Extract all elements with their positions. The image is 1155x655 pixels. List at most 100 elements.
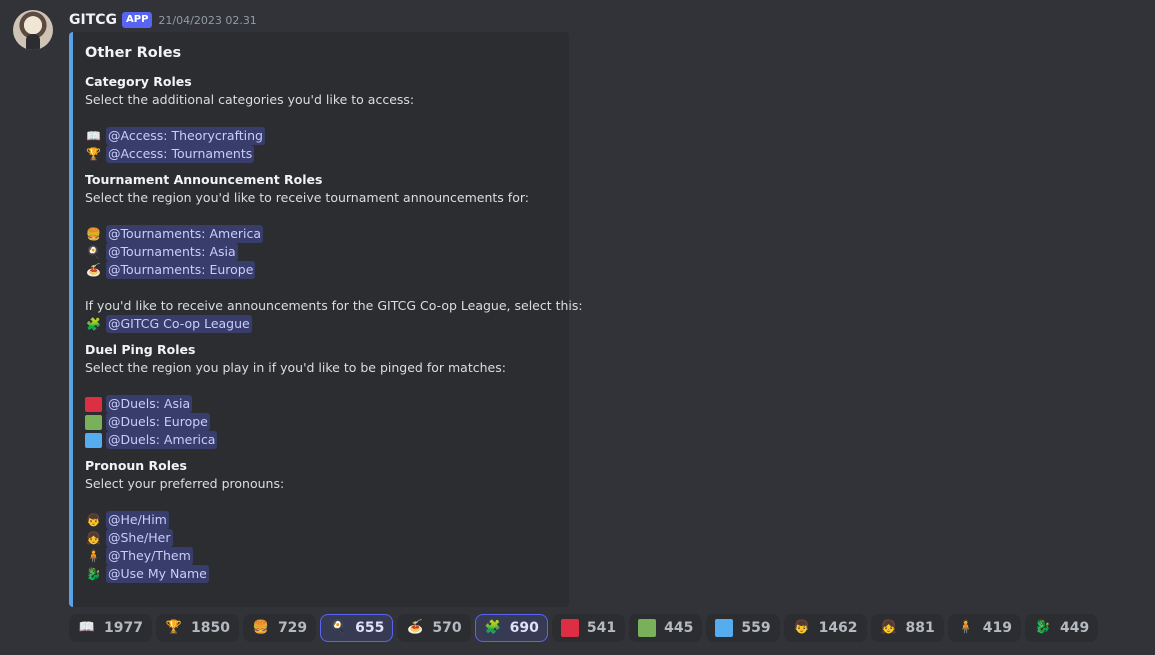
- they-them-character-icon: 🧍: [86, 548, 101, 563]
- tournament-roles-title: Tournament Announcement Roles: [85, 172, 323, 187]
- role-line: 🧍 @They/Them: [85, 547, 557, 565]
- she-her-character-icon: 👧: [86, 530, 101, 545]
- role-mention[interactable]: @Access: Theorycrafting: [106, 127, 265, 145]
- reaction-count: 1462: [818, 620, 858, 636]
- role-line: 🏆 @Access: Tournaments: [85, 145, 557, 163]
- reaction-count: 729: [277, 620, 308, 636]
- duel-roles-description: Select the region you play in if you'd l…: [85, 360, 506, 375]
- hamburger-icon: 🍔: [252, 620, 270, 635]
- reaction-bar: 📖 1977 🏆 1850 🍔 729 🍳 655 🍝 570 🧩 690 541 445 559 👦 1462…: [69, 614, 1099, 642]
- role-line: 🍝 @Tournaments: Europe: [85, 261, 557, 279]
- reaction-button[interactable]: 🍝 570: [397, 614, 471, 642]
- role-mention[interactable]: @Duels: Europe: [106, 413, 210, 431]
- red-square-icon: [85, 396, 102, 412]
- category-roles-title: Category Roles: [85, 74, 192, 89]
- reaction-button[interactable]: 559: [706, 614, 780, 642]
- pasta-icon: 🍝: [407, 620, 424, 635]
- reaction-count: 419: [982, 620, 1013, 636]
- role-line: 🍳 @Tournaments: Asia: [85, 243, 557, 261]
- reaction-count: 449: [1060, 620, 1090, 636]
- coop-role-list: 🧩 @GITCG Co-op League: [85, 315, 557, 333]
- role-mention[interactable]: @She/Her: [106, 529, 173, 547]
- omelette-icon: 🍳: [86, 244, 101, 259]
- duel-role-list: @Duels: Asia @Duels: Europe @Duels: Americ…: [85, 395, 557, 449]
- role-line: 👧 @She/Her: [85, 529, 557, 547]
- role-mention[interactable]: @Tournaments: America: [106, 225, 264, 243]
- tournament-roles-description: Select the region you'd like to receive …: [85, 190, 529, 205]
- reaction-count: 570: [432, 620, 462, 636]
- blue-square-icon: [85, 432, 102, 448]
- app-badge: APP: [122, 12, 153, 28]
- role-mention[interactable]: @GITCG Co-op League: [106, 315, 252, 333]
- role-line: 🧩 @GITCG Co-op League: [85, 315, 557, 333]
- omelette-icon: 🍳: [330, 620, 347, 635]
- pronoun-role-list: 👦 @He/Him 👧 @She/Her 🧍 @They/Them 🐉 @Use My Nam…: [85, 511, 557, 583]
- pronoun-roles-title: Pronoun Roles: [85, 458, 187, 473]
- green-square-icon: [638, 619, 657, 637]
- reaction-button[interactable]: 🧩 690: [474, 614, 548, 642]
- reaction-count: 559: [741, 620, 771, 636]
- avatar[interactable]: [13, 10, 53, 50]
- tournament-role-list: 🍔 @Tournaments: America 🍳 @Tournaments: Asi…: [85, 225, 557, 279]
- reaction-button[interactable]: 🧍 419: [947, 614, 1022, 642]
- role-mention[interactable]: @They/Them: [106, 547, 193, 565]
- pasta-icon: 🍝: [86, 262, 101, 277]
- reaction-count: 1850: [190, 620, 230, 636]
- reaction-button[interactable]: 👦 1462: [783, 614, 867, 642]
- reaction-button[interactable]: 541: [551, 614, 626, 642]
- role-mention[interactable]: @Access: Tournaments: [106, 145, 255, 163]
- message: GITCG APP 21/04/2023 02.31 Other Roles C…: [0, 0, 1155, 655]
- reaction-count: 690: [509, 620, 539, 636]
- reaction-button[interactable]: 📖 1977: [69, 614, 152, 642]
- embed: Other Roles Category Roles Select the ad…: [69, 32, 583, 607]
- reaction-button[interactable]: 🏆 1850: [155, 614, 239, 642]
- role-mention[interactable]: @Tournaments: Asia: [106, 243, 238, 261]
- open-book-icon: 📖: [86, 128, 101, 143]
- username[interactable]: GITCG: [69, 12, 117, 28]
- role-line: 👦 @He/Him: [85, 511, 557, 529]
- reaction-button[interactable]: 🐉 449: [1025, 614, 1099, 642]
- pronoun-roles-description: Select your preferred pronouns:: [85, 476, 285, 491]
- trophy-icon: 🏆: [86, 146, 101, 161]
- coop-icon: 🧩: [484, 620, 501, 635]
- trophy-icon: 🏆: [165, 620, 183, 635]
- reaction-button[interactable]: 👧 881: [870, 614, 944, 642]
- embed-title: Other Roles: [85, 45, 182, 61]
- use-my-name-character-icon: 🐉: [1034, 620, 1052, 635]
- role-line: @Duels: America: [85, 431, 557, 449]
- role-line: @Duels: Asia: [85, 395, 557, 413]
- use-my-name-character-icon: 🐉: [86, 566, 101, 581]
- they-them-character-icon: 🧍: [957, 620, 974, 635]
- blue-square-icon: [715, 619, 734, 637]
- he-him-character-icon: 👦: [86, 512, 101, 527]
- hamburger-icon: 🍔: [86, 226, 101, 241]
- role-line: 📖 @Access: Theorycrafting: [85, 127, 557, 145]
- reaction-count: 1977: [104, 620, 143, 636]
- red-square-icon: [560, 619, 579, 637]
- reaction-count: 541: [586, 620, 617, 636]
- coop-icon: 🧩: [86, 316, 101, 331]
- reaction-button[interactable]: 🍳 655: [320, 614, 394, 642]
- open-book-icon: 📖: [78, 620, 96, 635]
- role-mention[interactable]: @Duels: America: [106, 431, 218, 449]
- role-mention[interactable]: @Duels: Asia: [106, 395, 193, 413]
- role-line: @Duels: Europe: [85, 413, 557, 431]
- message-header: GITCG APP 21/04/2023 02.31: [69, 10, 257, 30]
- she-her-character-icon: 👧: [880, 620, 897, 635]
- coop-description: If you'd like to receive announcements f…: [85, 298, 583, 313]
- category-role-list: 📖 @Access: Theorycrafting 🏆 @Access: Tourna…: [85, 127, 557, 163]
- role-mention[interactable]: @Tournaments: Europe: [106, 261, 256, 279]
- role-line: 🍔 @Tournaments: America: [85, 225, 557, 243]
- role-mention[interactable]: @He/Him: [106, 511, 169, 529]
- reaction-button[interactable]: 445: [629, 614, 703, 642]
- category-roles-description: Select the additional categories you'd l…: [85, 92, 415, 107]
- role-mention[interactable]: @Use My Name: [106, 565, 209, 583]
- green-square-icon: [85, 414, 102, 430]
- he-him-character-icon: 👦: [793, 620, 810, 635]
- reaction-count: 881: [905, 620, 935, 636]
- reaction-count: 445: [664, 620, 694, 636]
- role-line: 🐉 @Use My Name: [85, 565, 557, 583]
- duel-roles-title: Duel Ping Roles: [85, 342, 196, 357]
- reaction-button[interactable]: 🍔 729: [242, 614, 317, 642]
- timestamp[interactable]: 21/04/2023 02.31: [158, 14, 256, 27]
